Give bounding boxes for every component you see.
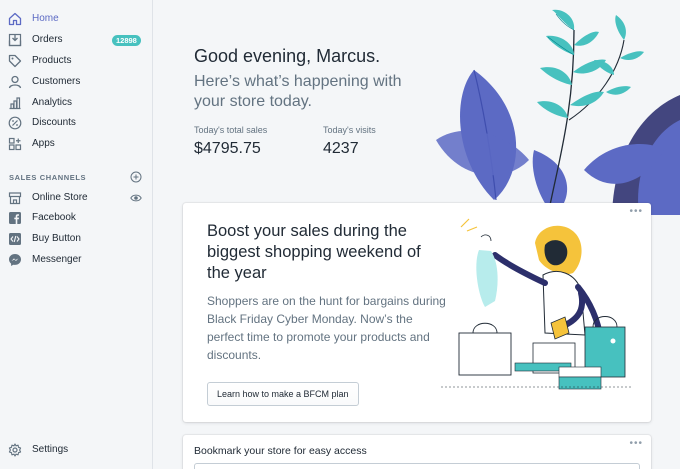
total-sales-label: Today's total sales [194,125,268,135]
sidebar-item-label: Customers [32,76,81,87]
main-content: Good evening, Marcus. Here’s what’s happ… [154,0,680,469]
sidebar-item-settings[interactable]: Settings [0,440,153,460]
sidebar-item-label: Buy Button [32,233,81,244]
sidebar-item-home[interactable]: Home [0,9,153,29]
sidebar-item-online-store[interactable]: Online Store [0,188,153,208]
promo-title: Boost your sales during the biggest shop… [207,222,421,282]
orders-icon [8,33,22,47]
sidebar-item-apps[interactable]: Apps [0,134,153,154]
sidebar-item-label: Products [32,55,72,66]
sales-channels-heading: SALES CHANNELS [9,173,87,182]
visits-value: 4237 [323,140,359,157]
sidebar-item-analytics[interactable]: Analytics [0,93,153,113]
sidebar-item-orders[interactable]: Orders 12898 [0,30,153,50]
shopping-woman-illustration [441,218,633,390]
bookmark-title: Bookmark your store for easy access [194,445,367,457]
apps-icon [8,137,22,151]
card-menu-icon[interactable]: ••• [629,438,643,449]
home-icon [8,12,22,26]
sidebar-item-customers[interactable]: Customers [0,72,153,92]
sidebar-item-messenger[interactable]: Messenger [0,250,153,270]
add-channel-icon[interactable] [130,171,142,183]
promo-body: Shoppers are on the hunt for bargains du… [207,294,446,362]
sidebar-item-label: Apps [32,138,55,149]
sidebar-item-label: Messenger [32,254,82,265]
eye-icon[interactable] [130,192,142,204]
discount-icon [8,116,22,130]
messenger-icon [9,254,21,266]
total-sales-value: $4795.75 [194,140,261,157]
learn-bfcm-button[interactable]: Learn how to make a BFCM plan [207,382,359,406]
sidebar-item-label: Online Store [32,192,88,203]
sidebar-item-label: Discounts [32,117,76,128]
tag-icon [8,54,22,68]
code-icon [9,233,21,245]
facebook-icon [9,212,21,224]
sidebar-item-facebook[interactable]: Facebook [0,208,153,228]
sidebar-item-label: Analytics [32,97,73,108]
bar-chart-icon [9,97,21,110]
sidebar-item-buy-button[interactable]: Buy Button [0,229,153,249]
store-icon [8,192,22,205]
sidebar-item-label: Settings [32,444,69,455]
sidebar-item-label: Home [32,13,59,24]
bookmark-card: ••• Bookmark your store for easy access [183,435,651,469]
sidebar-item-label: Facebook [32,212,76,223]
gear-icon [8,443,22,457]
sidebar: Home Orders 12898 Products Customers Ana… [0,0,153,469]
visits-label: Today's visits [323,125,376,135]
greeting-title: Good evening, Marcus. [194,46,381,66]
bfcm-promo-card: ••• Boost your sales during the biggest … [183,203,651,422]
sidebar-item-label: Orders [32,34,63,45]
sidebar-item-products[interactable]: Products [0,51,153,71]
bookmark-url-field[interactable] [194,463,640,469]
plant-illustration [436,9,680,215]
person-icon [8,75,22,89]
orders-count-badge: 12898 [112,35,141,46]
greeting-subtitle: Here’s what’s happening with your store … [194,73,402,110]
sidebar-item-discounts[interactable]: Discounts [0,113,153,133]
